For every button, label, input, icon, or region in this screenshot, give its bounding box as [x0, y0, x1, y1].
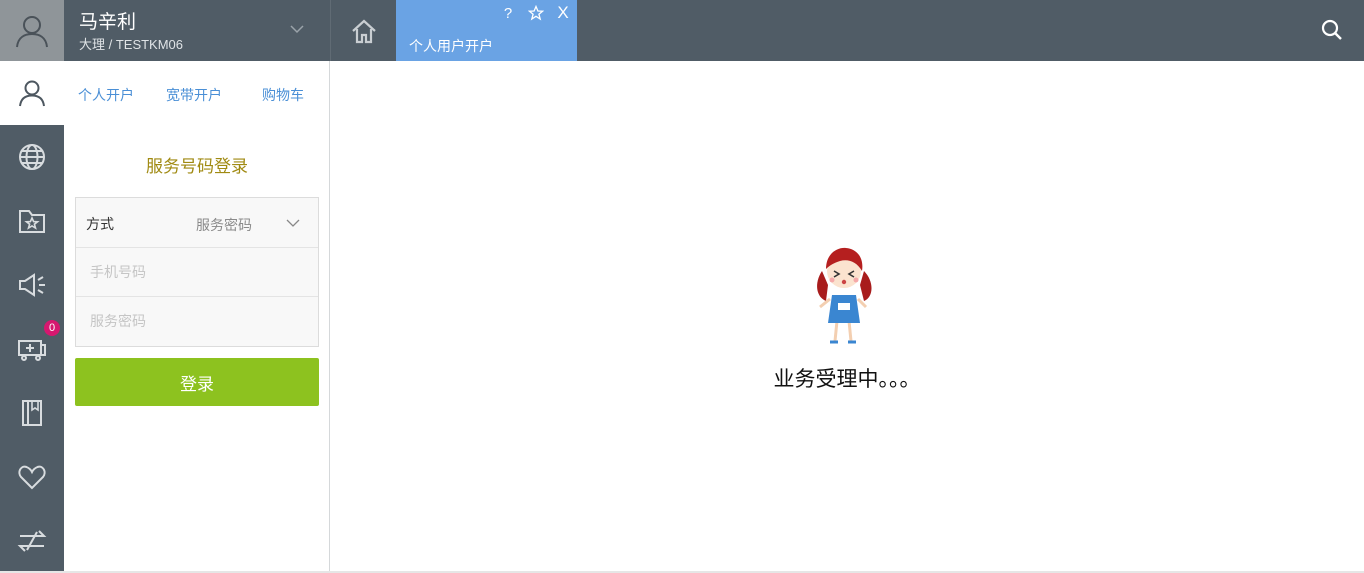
sidebar-item-book[interactable] [0, 381, 64, 445]
user-avatar-icon [16, 15, 48, 47]
tab-personal-account[interactable]: ? X 个人用户开户 [396, 0, 577, 61]
method-value: 服务密码 [196, 217, 252, 233]
avatar[interactable] [0, 0, 64, 61]
switch-icon [17, 530, 47, 552]
chevron-down-icon [286, 219, 300, 227]
user-info[interactable]: 马辛利 大理 / TESTKM06 [64, 0, 330, 61]
favorite-star-icon [528, 5, 544, 21]
cart-count-badge: 0 [44, 320, 60, 336]
login-title: 服务号码登录 [146, 157, 248, 176]
search-button[interactable] [1316, 14, 1348, 46]
user-icon [19, 80, 45, 107]
close-icon[interactable]: X [553, 3, 573, 23]
main-content: 业务受理中。。。 [330, 61, 1364, 571]
processing-message: 业务受理中。。。 [773, 368, 921, 391]
subtab-broadband-account[interactable]: 宽带开户 [166, 85, 222, 105]
method-select[interactable]: 方式 服务密码 [76, 198, 318, 247]
tab-label: 个人用户开户 [409, 38, 493, 54]
login-button[interactable]: 登录 [75, 358, 319, 406]
book-icon [22, 400, 42, 426]
user-name: 马辛利 [79, 12, 137, 33]
heart-icon [18, 465, 46, 490]
login-form: 方式 服务密码 [75, 197, 319, 347]
home-button[interactable] [331, 0, 396, 61]
folder-star-icon [19, 210, 45, 233]
help-icon[interactable]: ? [498, 3, 518, 23]
mascot-illustration [817, 247, 872, 344]
sidebar-item-favorites[interactable] [0, 445, 64, 509]
chevron-down-icon[interactable] [288, 20, 306, 38]
sidebar-item-broadcast[interactable] [0, 253, 64, 317]
user-location-code: 大理 / TESTKM06 [79, 37, 184, 52]
login-panel: 个人开户 宽带开户 购物车 服务号码登录 方式 服务密码 登录 [64, 61, 330, 571]
service-password-input[interactable] [76, 297, 318, 345]
method-label: 方式 [86, 216, 114, 232]
phone-row [76, 247, 318, 296]
cart-plus-icon [18, 340, 46, 361]
top-bar: 马辛利 大理 / TESTKM06 ? X 个人用户开户 [0, 0, 1364, 61]
phone-number-input[interactable] [76, 248, 318, 296]
star-icon[interactable] [526, 3, 546, 23]
sidebar-item-folder[interactable] [0, 189, 64, 253]
subtab-shopping-cart[interactable]: 购物车 [262, 85, 304, 105]
home-icon [351, 19, 376, 43]
megaphone-icon [19, 273, 45, 297]
sidebar-item-user[interactable] [0, 61, 64, 125]
sidebar-item-switch[interactable] [0, 509, 64, 573]
password-row [76, 296, 318, 345]
sidebar-item-globe[interactable] [0, 125, 64, 189]
globe-icon [19, 144, 45, 170]
search-icon [1321, 19, 1342, 40]
sidebar: 0 [0, 61, 64, 573]
subtab-personal-account[interactable]: 个人开户 [78, 85, 134, 105]
